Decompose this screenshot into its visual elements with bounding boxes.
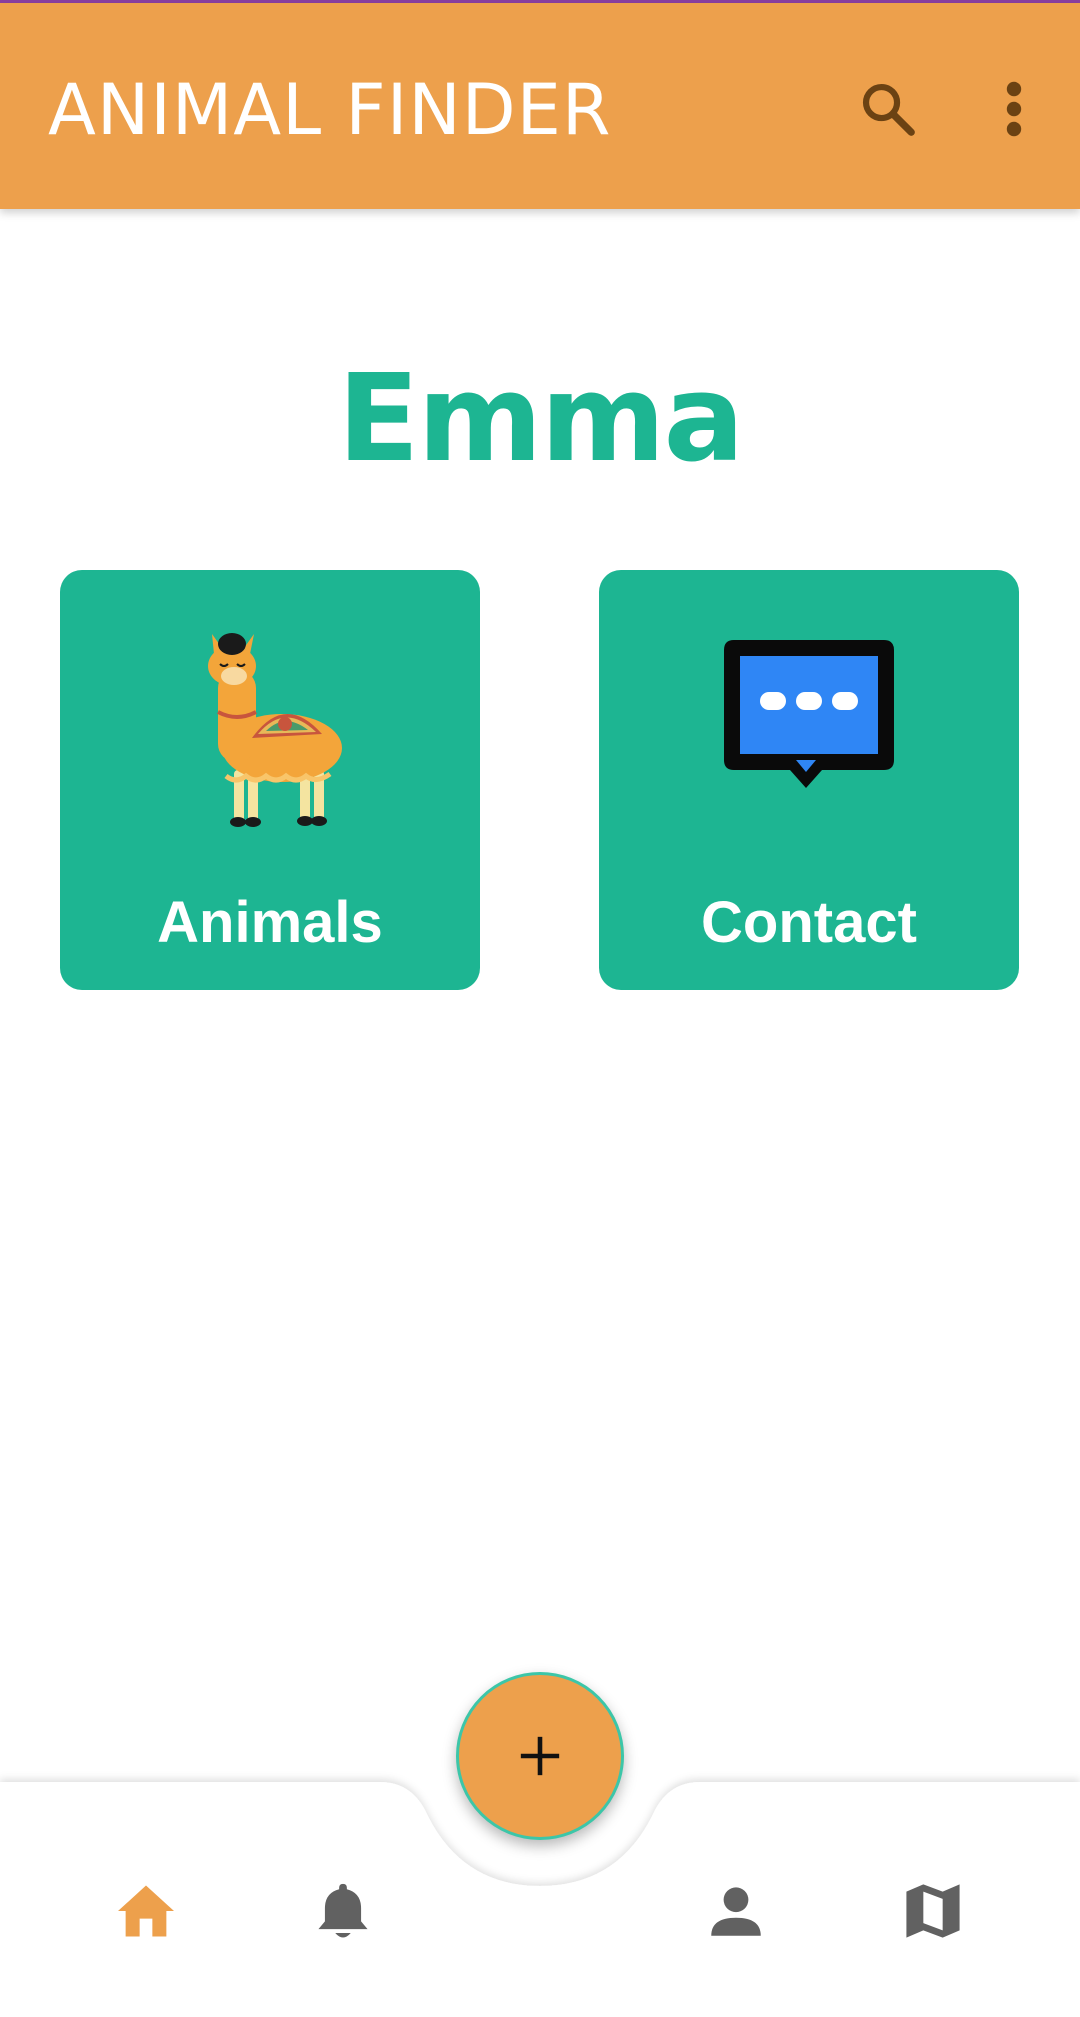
add-fab-button[interactable] xyxy=(456,1672,624,1840)
animals-label: Animals xyxy=(157,890,383,955)
search-button[interactable] xyxy=(850,71,926,147)
overflow-menu-button[interactable] xyxy=(990,71,1038,147)
app-title: ANIMAL FINDER xyxy=(48,69,612,151)
chat-bubble-icon xyxy=(599,630,1019,830)
more-vert-icon xyxy=(1006,81,1022,137)
nav-map[interactable] xyxy=(888,1866,978,1956)
contact-card[interactable]: Contact xyxy=(599,570,1019,990)
plus-icon xyxy=(520,1736,560,1776)
nav-profile[interactable] xyxy=(691,1866,781,1956)
app-bar: ANIMAL FINDER xyxy=(0,3,1080,209)
nav-notifications[interactable] xyxy=(298,1866,388,1956)
animals-card[interactable]: Animals xyxy=(60,570,480,990)
llama-illustration xyxy=(60,630,480,830)
app-screen: ANIMAL FINDER Emma Animals Contact xyxy=(0,0,1080,2017)
nav-home[interactable] xyxy=(101,1866,191,1956)
person-icon xyxy=(711,1887,761,1936)
user-name-heading: Emma xyxy=(337,350,744,489)
search-icon xyxy=(862,83,915,136)
map-icon xyxy=(906,1884,960,1938)
home-icon xyxy=(118,1885,174,1937)
contact-label: Contact xyxy=(701,890,917,955)
bell-icon xyxy=(318,1883,368,1938)
